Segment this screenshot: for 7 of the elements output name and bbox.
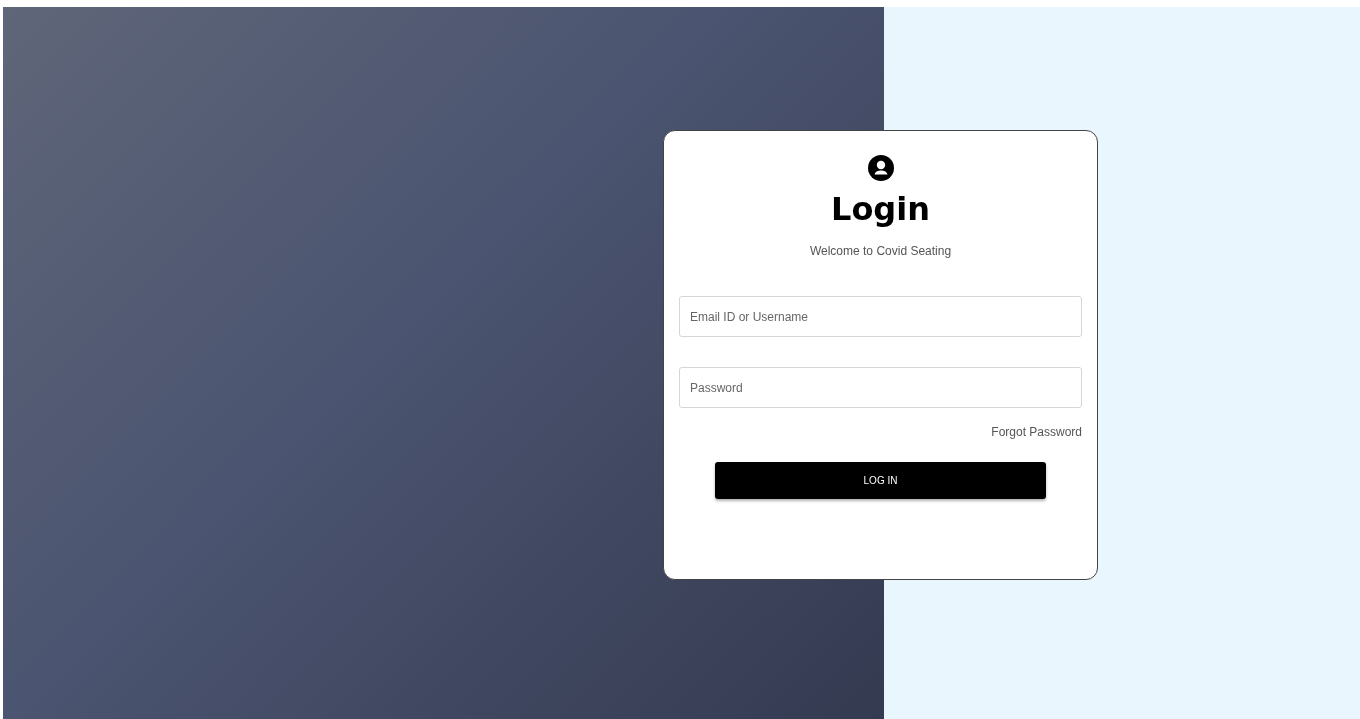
user-icon	[867, 155, 894, 181]
forgot-password-link[interactable]: Forgot Password	[991, 425, 1082, 439]
login-title: Login	[831, 189, 930, 229]
username-field[interactable]: Email ID or Username	[679, 296, 1082, 337]
login-button[interactable]: LOG IN	[715, 462, 1046, 499]
password-field[interactable]: Password	[679, 367, 1082, 408]
welcome-text: Welcome to Covid Seating	[809, 244, 952, 258]
